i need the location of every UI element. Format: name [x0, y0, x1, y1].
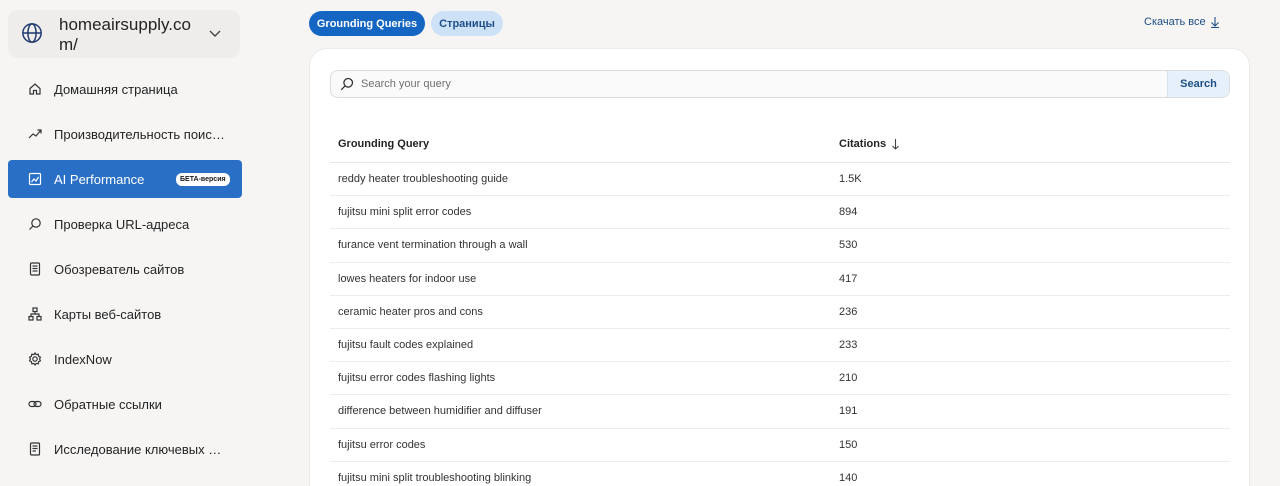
sidebar-item-site-explorer[interactable]: Обозреватель сайтов: [8, 250, 242, 288]
tab-pages[interactable]: Страницы: [431, 11, 503, 36]
sitemap-icon: [28, 307, 42, 321]
sidebar: homeairsupply.com/ Домашняя страница Про…: [0, 0, 250, 486]
document-icon: [28, 442, 42, 456]
chevron-down-icon[interactable]: [208, 26, 222, 40]
download-icon: [1210, 17, 1219, 28]
column-header-citations[interactable]: Citations: [839, 138, 900, 150]
sidebar-item-label: AI Performance: [54, 171, 145, 187]
citations-cell: 233: [839, 339, 858, 352]
search-button[interactable]: Search: [1167, 71, 1229, 97]
table-row[interactable]: ceramic heater pros and cons 236: [330, 296, 1230, 329]
citations-cell: 140: [839, 471, 858, 484]
sidebar-item-keyword-research[interactable]: Исследование ключевых …: [8, 430, 242, 468]
sidebar-item-label: Домашняя страница: [54, 81, 178, 97]
search-bar: Search: [330, 70, 1230, 98]
sidebar-item-url-inspection[interactable]: Проверка URL-адреса: [8, 205, 242, 243]
query-cell: fujitsu fault codes explained: [338, 339, 474, 352]
query-cell: fujitsu error codes: [338, 438, 426, 451]
citations-cell: 150: [839, 438, 858, 451]
sidebar-item-label: Проверка URL-адреса: [54, 216, 190, 232]
table-row[interactable]: furance vent termination through a wall 5…: [330, 229, 1230, 263]
ai-chart-icon: [28, 172, 42, 186]
queries-card: Search Grounding Query Citations reddy h…: [309, 48, 1250, 486]
query-cell: furance vent termination through a wall: [338, 239, 528, 252]
table-row[interactable]: fujitsu mini split error codes 894: [330, 196, 1230, 230]
sidebar-item-label: Карты веб-сайтов: [54, 306, 162, 322]
table-row[interactable]: reddy heater troubleshooting guide 1.5K: [330, 163, 1230, 197]
search-icon: [28, 217, 42, 231]
sidebar-nav: Домашняя страница Производительность пои…: [8, 70, 242, 475]
query-cell: difference between humidifier and diffus…: [338, 405, 542, 418]
citations-cell: 1.5K: [839, 173, 862, 186]
gear-icon: [28, 352, 42, 366]
sidebar-item-label: Исследование ключевых …: [54, 441, 222, 457]
tab-grounding-queries[interactable]: Grounding Queries: [309, 11, 425, 36]
search-field: [331, 71, 1167, 97]
sidebar-item-ai-performance[interactable]: AI Performance БЕТА-версия: [8, 160, 242, 198]
query-cell: fujitsu error codes flashing lights: [338, 372, 496, 385]
table-row[interactable]: fujitsu mini split troubleshooting blink…: [330, 462, 1230, 486]
citations-cell: 191: [839, 405, 858, 418]
query-cell: lowes heaters for indoor use: [338, 272, 477, 285]
citations-cell: 417: [839, 272, 858, 285]
table-row[interactable]: fujitsu error codes flashing lights 210: [330, 362, 1230, 396]
sort-descending-icon: [892, 139, 899, 150]
query-cell: ceramic heater pros and cons: [338, 305, 483, 318]
download-all-button[interactable]: Скачать все: [1144, 16, 1220, 28]
globe-icon: [22, 23, 42, 43]
citations-cell: 236: [839, 305, 858, 318]
site-selector[interactable]: homeairsupply.com/: [8, 10, 240, 58]
column-header-query[interactable]: Grounding Query: [338, 138, 429, 150]
sidebar-item-label: Обозреватель сайтов: [54, 261, 185, 277]
beta-badge: БЕТА-версия: [176, 173, 230, 186]
query-cell: fujitsu mini split error codes: [338, 206, 472, 219]
table-header: Grounding Query Citations: [330, 126, 1230, 163]
table-row[interactable]: fujitsu error codes 150: [330, 429, 1230, 462]
trending-up-icon: [28, 127, 42, 141]
sidebar-item-label: IndexNow: [54, 351, 112, 367]
search-input[interactable]: [361, 78, 1141, 90]
citations-cell: 894: [839, 206, 858, 219]
queries-table: Grounding Query Citations reddy heater t…: [330, 126, 1230, 486]
sidebar-item-label: Обратные ссылки: [54, 396, 162, 412]
table-row[interactable]: lowes heaters for indoor use 417: [330, 263, 1230, 296]
table-row[interactable]: fujitsu fault codes explained 233: [330, 329, 1230, 363]
sidebar-item-sitemaps[interactable]: Карты веб-сайтов: [8, 295, 242, 333]
sidebar-item-backlinks[interactable]: Обратные ссылки: [8, 385, 242, 423]
home-icon: [28, 82, 42, 96]
table-row[interactable]: difference between humidifier and diffus…: [330, 395, 1230, 429]
citations-cell: 530: [839, 239, 858, 252]
document-list-icon: [28, 262, 42, 276]
search-icon: [340, 77, 354, 91]
sidebar-item-indexnow[interactable]: IndexNow: [8, 340, 242, 378]
sidebar-item-label: Производительность поис…: [54, 126, 225, 142]
site-name: homeairsupply.com/: [59, 15, 191, 54]
sidebar-item-home[interactable]: Домашняя страница: [8, 70, 242, 108]
download-label: Скачать все: [1144, 16, 1206, 28]
column-header-citations-label: Citations: [839, 138, 887, 150]
citations-cell: 210: [839, 372, 858, 385]
link-icon: [28, 397, 42, 411]
query-cell: fujitsu mini split troubleshooting blink…: [338, 471, 532, 484]
query-cell: reddy heater troubleshooting guide: [338, 173, 509, 186]
sidebar-item-search-performance[interactable]: Производительность поис…: [8, 115, 242, 153]
table-body: reddy heater troubleshooting guide 1.5K fu…: [330, 163, 1230, 486]
